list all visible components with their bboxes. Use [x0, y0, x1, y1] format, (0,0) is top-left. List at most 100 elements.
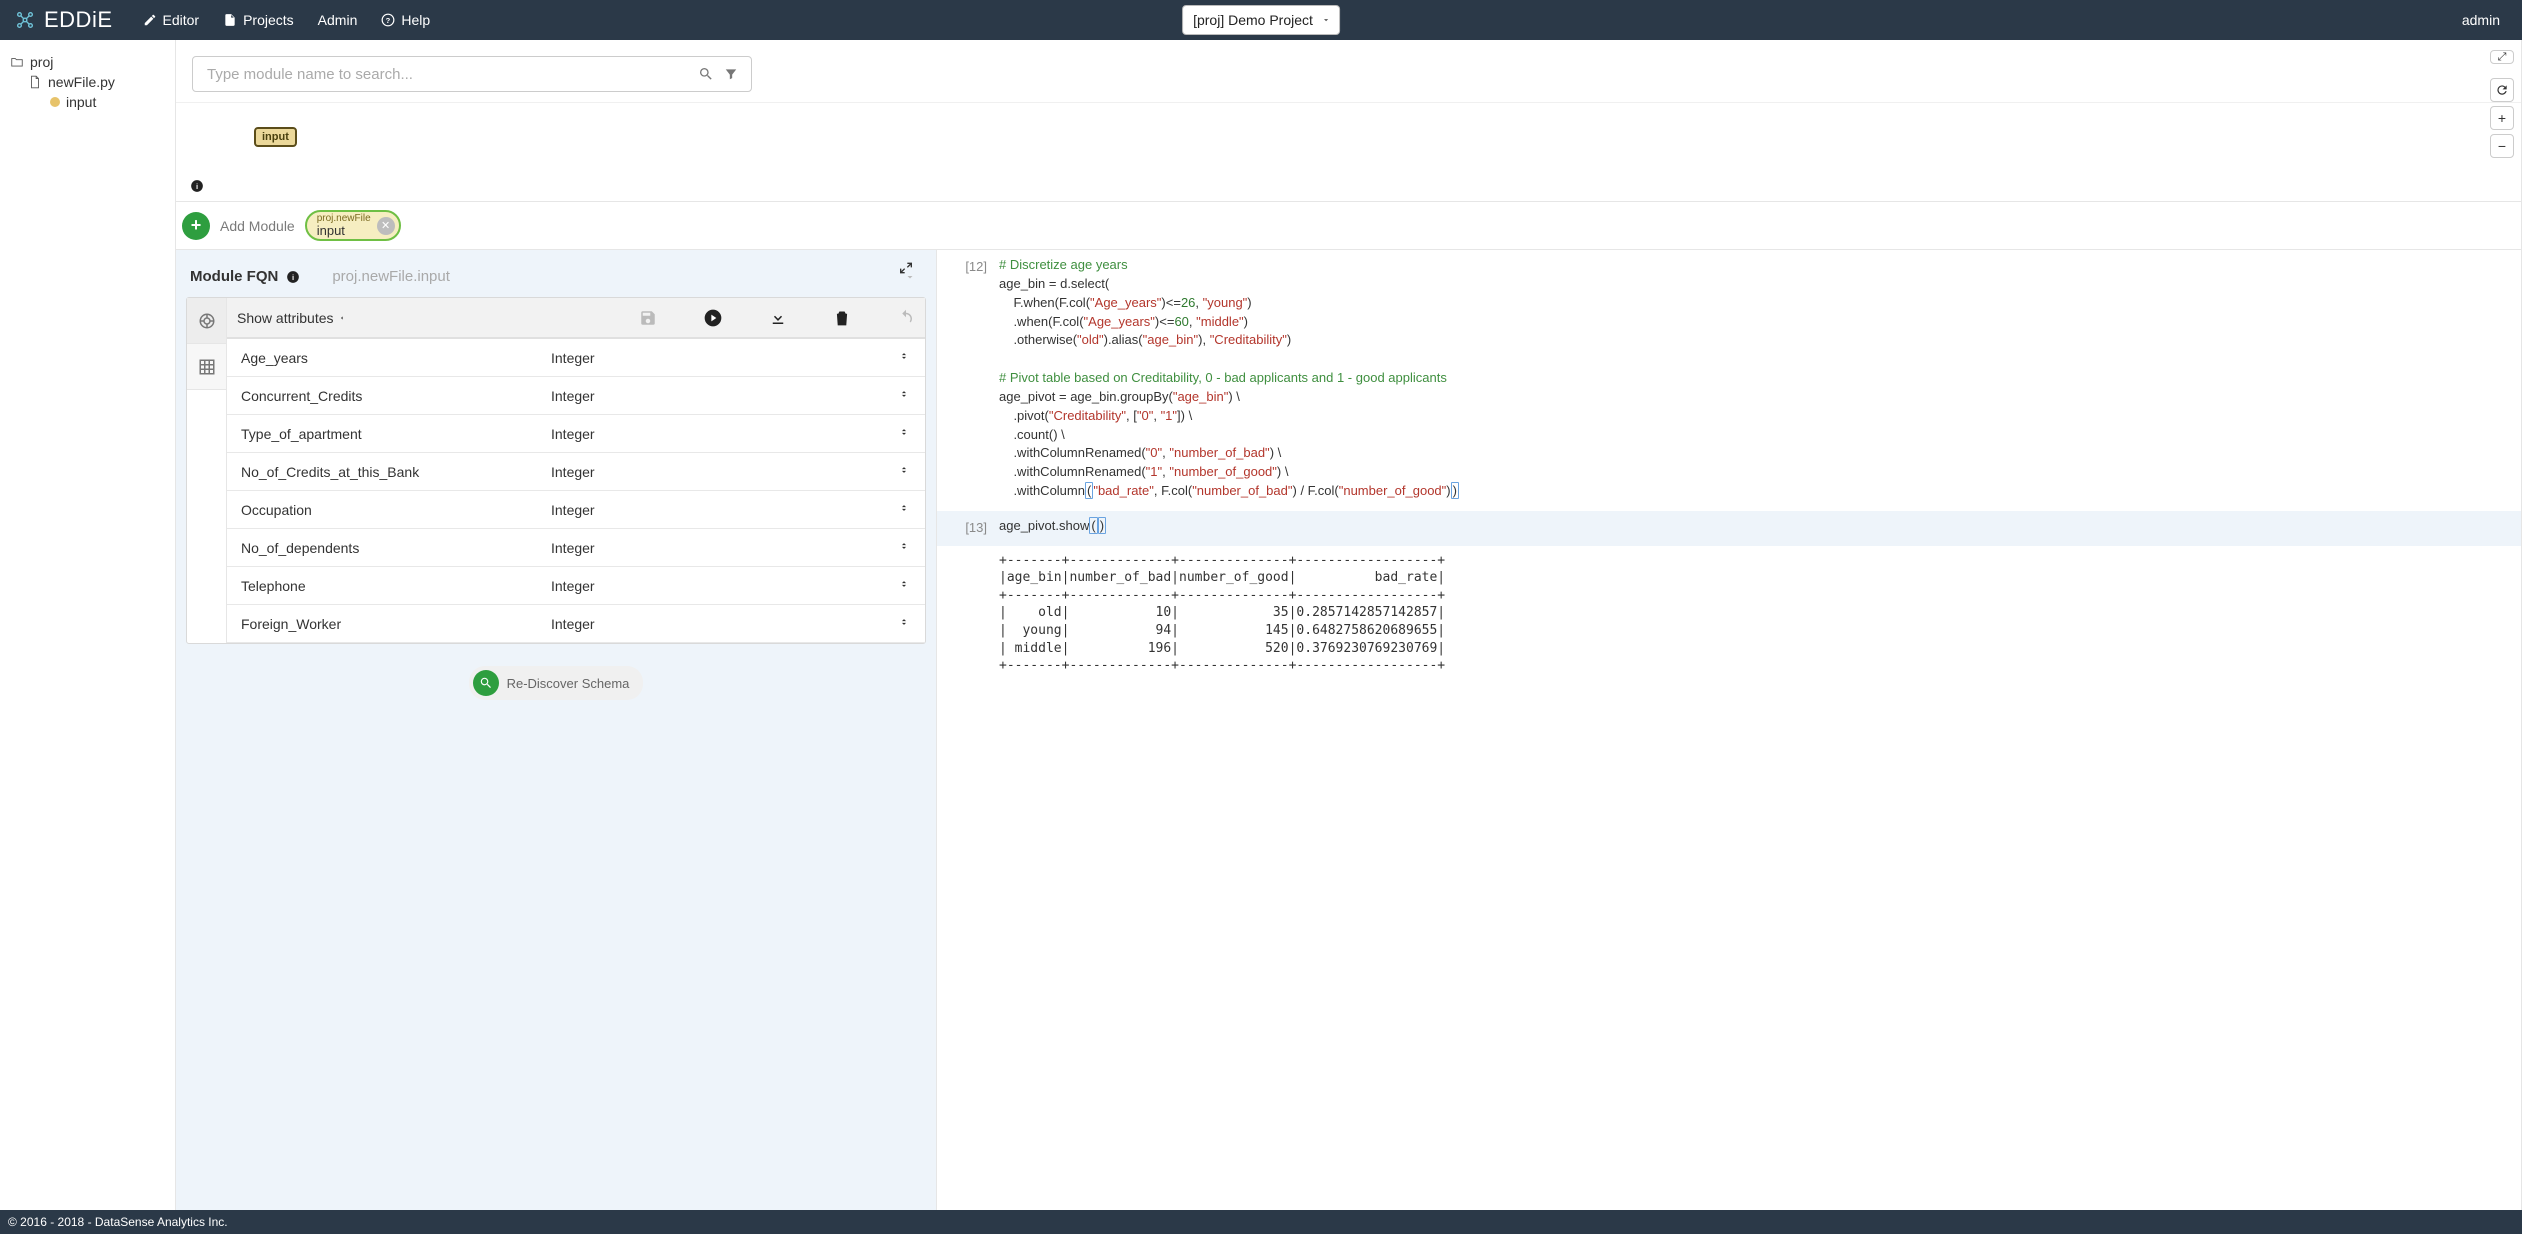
module-search-input[interactable] — [192, 56, 752, 92]
sort-caret-icon[interactable] — [899, 615, 909, 632]
fqn-value: proj.newFile.input — [332, 268, 450, 285]
attr-type[interactable]: Integer — [537, 425, 925, 442]
graph-canvas[interactable]: input i — [176, 103, 2521, 201]
attr-type[interactable]: Integer — [537, 349, 925, 366]
info-icon[interactable]: i — [286, 270, 300, 284]
maximize-button[interactable]: ⤢ — [2490, 50, 2514, 64]
tree-file-newfile[interactable]: newFile.py — [10, 72, 165, 92]
attr-type[interactable]: Integer — [537, 577, 925, 594]
code-cell-12[interactable]: [12] # Discretize age years age_bin = d.… — [937, 250, 2521, 511]
attr-name: Type_of_apartment — [227, 426, 537, 442]
graph-node-input[interactable]: input — [254, 127, 297, 147]
footer-text: © 2016 - 2018 - DataSense Analytics Inc. — [8, 1215, 228, 1229]
project-select[interactable]: [proj] Demo Project — [1182, 5, 1340, 35]
close-chip-button[interactable]: ✕ — [377, 217, 395, 235]
folder-icon — [10, 55, 24, 69]
attr-type[interactable]: Integer — [537, 539, 925, 556]
nav-editor[interactable]: Editor — [131, 0, 212, 40]
filter-icon[interactable] — [724, 67, 738, 81]
sort-caret-icon[interactable] — [899, 349, 909, 366]
svg-text:i: i — [292, 272, 294, 281]
attr-name: Concurrent_Credits — [227, 388, 537, 404]
table-row[interactable]: Concurrent_CreditsInteger — [227, 377, 925, 415]
sort-caret-icon[interactable] — [899, 387, 909, 404]
attr-type[interactable]: Integer — [537, 501, 925, 518]
search-icon[interactable] — [698, 66, 714, 82]
nav-help[interactable]: ? Help — [369, 0, 442, 40]
rail-schema-button[interactable] — [187, 298, 226, 344]
nav-admin-label: Admin — [318, 12, 358, 28]
rail-grid-button[interactable] — [187, 344, 226, 390]
attr-name: No_of_dependents — [227, 540, 537, 556]
trash-icon[interactable] — [833, 309, 851, 327]
float-controls: ⤢ — [2490, 50, 2514, 64]
refresh-icon — [2495, 83, 2509, 97]
table-row[interactable]: Age_yearsInteger — [227, 339, 925, 377]
show-attributes-toggle[interactable]: Show attributes — [237, 310, 346, 326]
logo[interactable]: EDDiE — [14, 7, 113, 33]
user-label[interactable]: admin — [2454, 12, 2508, 28]
add-button[interactable]: + — [2490, 106, 2514, 130]
project-select-label: [proj] Demo Project — [1193, 12, 1313, 28]
table-row[interactable]: No_of_dependentsInteger — [227, 529, 925, 567]
cell-prompt: [12] — [943, 256, 999, 501]
grid-icon — [198, 358, 216, 376]
attribute-panel: Show attributes Age_yearsIn — [186, 297, 926, 644]
add-module-label: Add Module — [220, 218, 295, 234]
table-row[interactable]: OccupationInteger — [227, 491, 925, 529]
cell-prompt: [13] — [943, 517, 999, 536]
sort-caret-icon[interactable] — [899, 577, 909, 594]
refresh-button[interactable] — [2490, 78, 2514, 102]
tree-module-label: input — [66, 94, 96, 110]
attr-name: Foreign_Worker — [227, 616, 537, 632]
play-icon[interactable] — [703, 308, 723, 328]
attr-type[interactable]: Integer — [537, 615, 925, 632]
search-area — [176, 40, 2521, 103]
download-icon[interactable] — [769, 309, 787, 327]
cell-code[interactable]: age_pivot.show() — [999, 517, 2511, 536]
nav-help-label: Help — [401, 12, 430, 28]
rediscover-schema-button[interactable]: Re-Discover Schema — [469, 666, 644, 700]
add-module-button[interactable]: + — [182, 212, 210, 240]
cell-code[interactable]: # Discretize age years age_bin = d.selec… — [999, 256, 2511, 501]
code-cell-13[interactable]: [13] age_pivot.show() — [937, 511, 2521, 546]
cell-output: +-------+-------------+--------------+--… — [937, 546, 2521, 685]
table-row[interactable]: TelephoneInteger — [227, 567, 925, 605]
edit-icon — [143, 13, 157, 27]
save-icon[interactable] — [639, 309, 657, 327]
info-icon[interactable]: i — [190, 179, 204, 193]
sort-caret-icon[interactable] — [899, 463, 909, 480]
nav-projects-label: Projects — [243, 12, 294, 28]
attr-name: Occupation — [227, 502, 537, 518]
logo-icon — [14, 9, 36, 31]
sort-caret-icon[interactable] — [899, 539, 909, 556]
fqn-label: Module FQN — [190, 268, 278, 285]
attr-type[interactable]: Integer — [537, 463, 925, 480]
sort-caret-icon[interactable] — [899, 425, 909, 442]
tree-folder-proj[interactable]: proj — [10, 52, 165, 72]
remove-button[interactable]: − — [2490, 134, 2514, 158]
sort-caret-icon[interactable] — [899, 501, 909, 518]
tree-module-input[interactable]: input — [10, 92, 165, 112]
table-row[interactable]: No_of_Credits_at_this_BankInteger — [227, 453, 925, 491]
attr-name: Age_years — [227, 350, 537, 366]
module-tab-row: + Add Module proj.newFile input ✕ — [176, 201, 2521, 250]
nav-admin[interactable]: Admin — [306, 0, 370, 40]
file-icon — [28, 75, 42, 89]
nav-projects[interactable]: Projects — [211, 0, 306, 40]
brand-text: EDDiE — [44, 7, 113, 33]
chevron-down-icon — [1321, 15, 1331, 25]
module-chip-input[interactable]: proj.newFile input ✕ — [305, 210, 401, 241]
file-tree: proj newFile.py input — [0, 40, 176, 1210]
table-row[interactable]: Foreign_WorkerInteger — [227, 605, 925, 643]
lifebuoy-icon — [198, 312, 216, 330]
undo-icon[interactable] — [897, 309, 915, 327]
attr-type[interactable]: Integer — [537, 387, 925, 404]
chevron-down-icon[interactable] — [904, 271, 916, 283]
table-row[interactable]: Type_of_apartmentInteger — [227, 415, 925, 453]
rediscover-label: Re-Discover Schema — [507, 676, 630, 691]
nav-editor-label: Editor — [163, 12, 200, 28]
attribute-table: Age_yearsIntegerConcurrent_CreditsIntege… — [227, 338, 925, 643]
svg-text:i: i — [196, 182, 198, 191]
footer: © 2016 - 2018 - DataSense Analytics Inc. — [0, 1210, 2522, 1234]
